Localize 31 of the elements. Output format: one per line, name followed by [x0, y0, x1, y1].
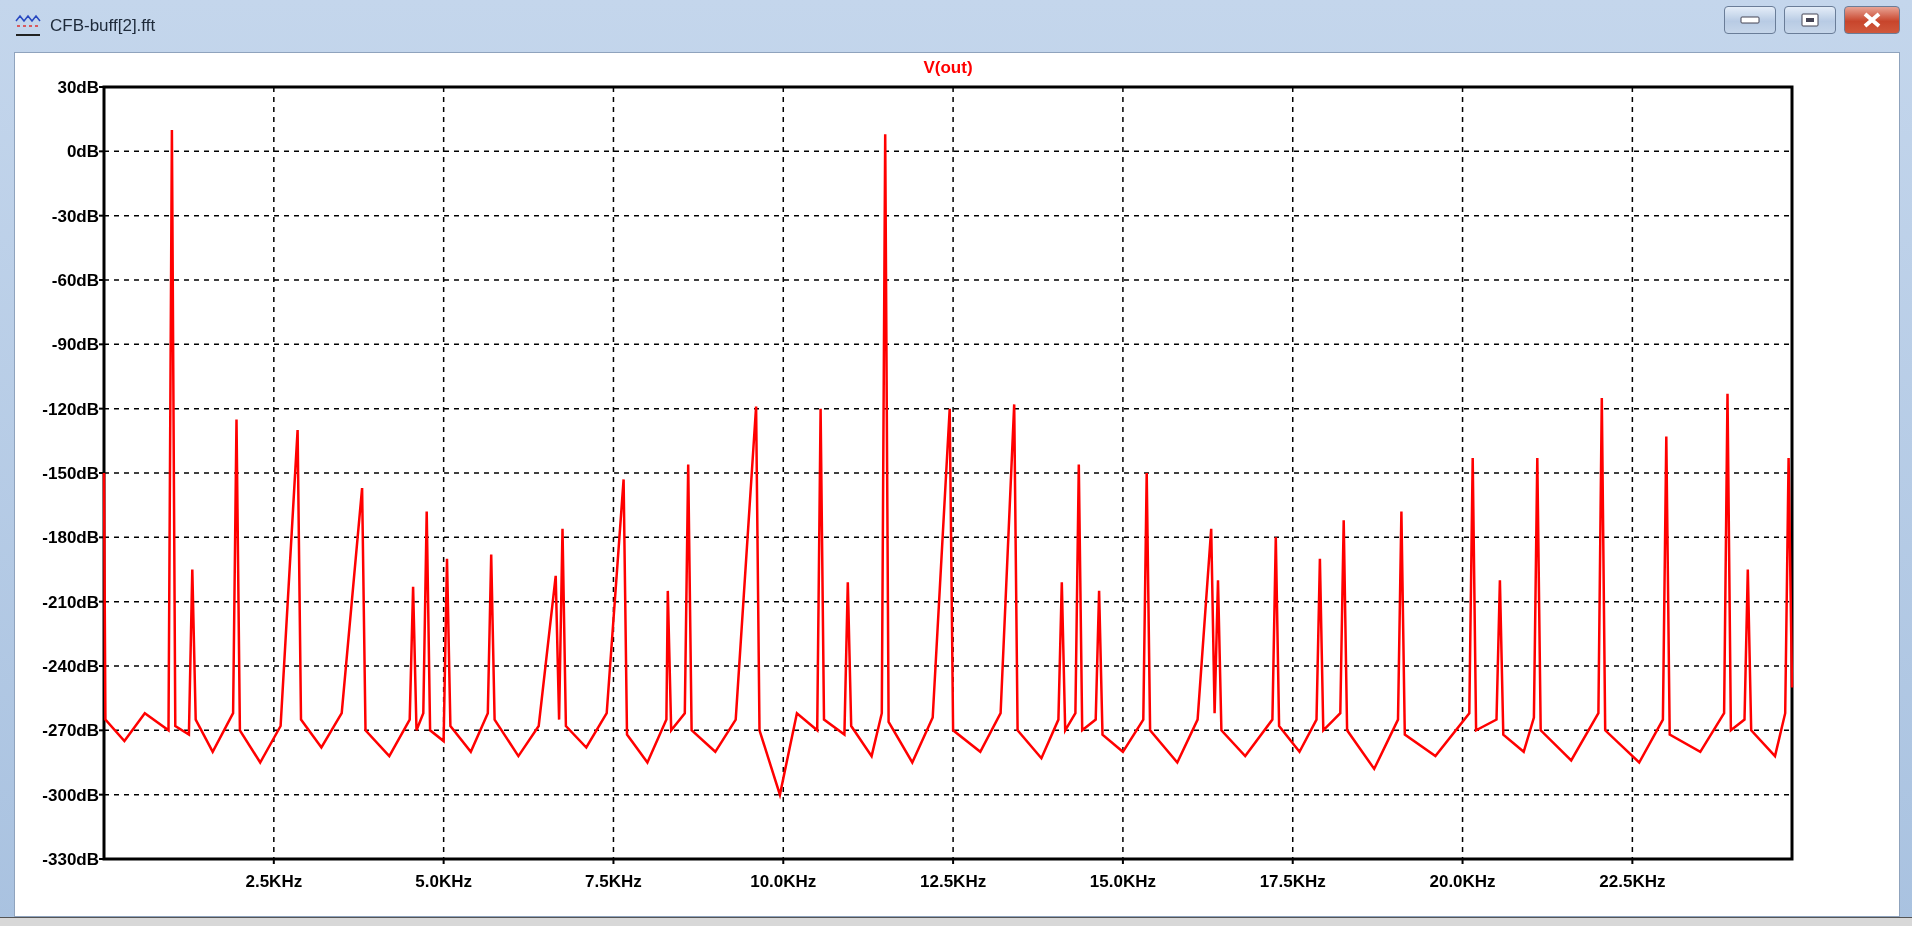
y-axis-label: -60dB	[51, 271, 99, 290]
waveform-app-icon	[14, 13, 42, 39]
close-icon	[1862, 12, 1882, 28]
minimize-button[interactable]	[1724, 6, 1776, 34]
y-axis-label: -30dB	[51, 206, 99, 226]
y-axis-label: 0dB	[66, 142, 99, 162]
close-button[interactable]	[1844, 6, 1900, 34]
x-axis-label: 22.5KHz	[1599, 872, 1666, 891]
x-axis-label: 20.0KHz	[1429, 872, 1496, 891]
x-axis-label: 7.5KHz	[585, 872, 642, 891]
y-axis-label: -300dB	[42, 785, 99, 805]
y-axis-label: -120dB	[42, 399, 99, 419]
trace-name: V(out)	[923, 58, 973, 77]
maximize-icon	[1801, 13, 1819, 27]
y-axis-label: -180dB	[42, 528, 99, 548]
x-axis-label: 12.5KHz	[920, 872, 987, 891]
maximize-button[interactable]	[1784, 6, 1836, 34]
x-axis-label: 2.5KHz	[245, 872, 303, 891]
y-axis-label: 30dB	[57, 78, 99, 97]
x-axis-label: 10.0KHz	[750, 872, 817, 891]
y-axis-label: -330dB	[42, 850, 99, 869]
x-axis-label: 5.0KHz	[415, 872, 472, 891]
y-axis-label: -90dB	[51, 335, 99, 355]
y-axis-label: -210dB	[42, 592, 99, 612]
x-axis-label: 17.5KHz	[1259, 872, 1326, 891]
minimize-icon	[1740, 16, 1760, 24]
x-axis-label: 15.0KHz	[1089, 872, 1156, 891]
y-axis-label: -270dB	[42, 721, 99, 741]
window-title: CFB-buff[2].fft	[50, 16, 157, 36]
y-axis-label: -240dB	[42, 657, 99, 676]
y-axis-label: -150dB	[42, 464, 99, 483]
